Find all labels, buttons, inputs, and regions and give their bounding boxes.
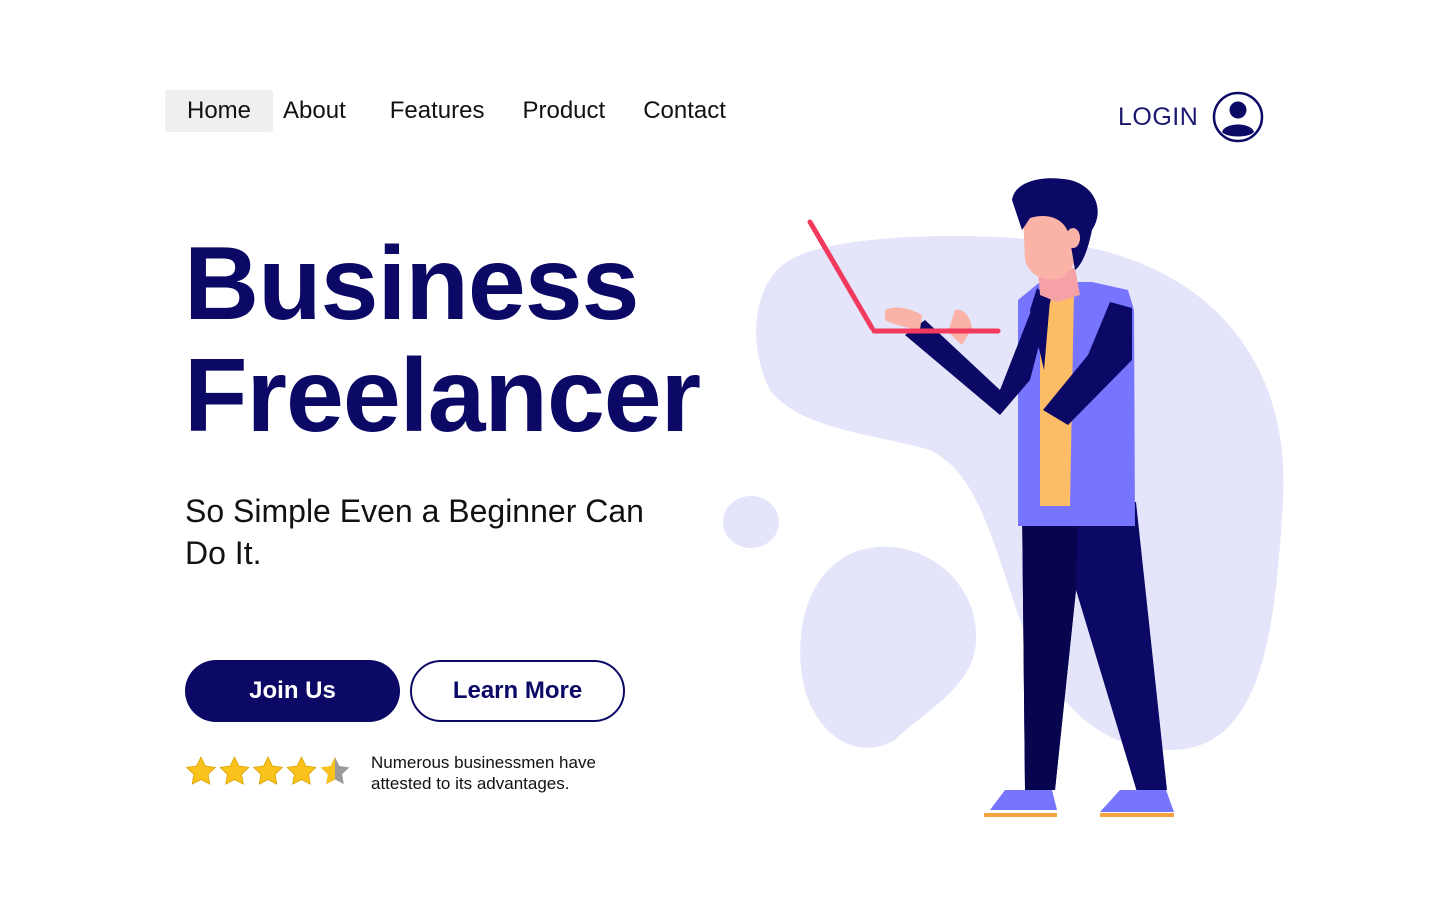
learn-more-button[interactable]: Learn More [410, 660, 625, 722]
star-icon [286, 756, 317, 785]
rating-stars [186, 756, 350, 785]
main-nav: Home About Features Product Contact [165, 90, 746, 132]
join-us-button[interactable]: Join Us [185, 660, 400, 722]
nav-item-about[interactable]: About [273, 90, 360, 132]
hero-title-line-1: Business [184, 226, 639, 342]
background-blob-small [723, 496, 779, 548]
nav-item-product[interactable]: Product [504, 90, 625, 132]
person-trouser-shade [1022, 502, 1078, 790]
nav-item-features[interactable]: Features [360, 90, 505, 132]
hero-title: Business Freelancer [184, 226, 701, 454]
freelancer-illustration [723, 178, 1284, 817]
nav-item-contact[interactable]: Contact [625, 90, 746, 132]
user-circle-icon[interactable] [1212, 91, 1264, 143]
hero-title-line-2: Freelancer [184, 338, 701, 454]
star-icon [186, 756, 216, 785]
nav-item-home[interactable]: Home [165, 90, 274, 132]
person-shoe-right [1100, 790, 1174, 812]
hero-subtitle: So Simple Even a Beginner Can Do It. [185, 493, 644, 571]
person-shoe-left [990, 790, 1057, 810]
star-icon [320, 757, 350, 785]
star-icon [219, 756, 250, 785]
star-icon [253, 756, 283, 785]
rating-text: Numerous businessmen have attested to it… [371, 753, 596, 793]
login-button[interactable]: LOGIN [1118, 90, 1264, 144]
login-label: LOGIN [1118, 102, 1199, 131]
background-blob-medium [800, 546, 977, 748]
